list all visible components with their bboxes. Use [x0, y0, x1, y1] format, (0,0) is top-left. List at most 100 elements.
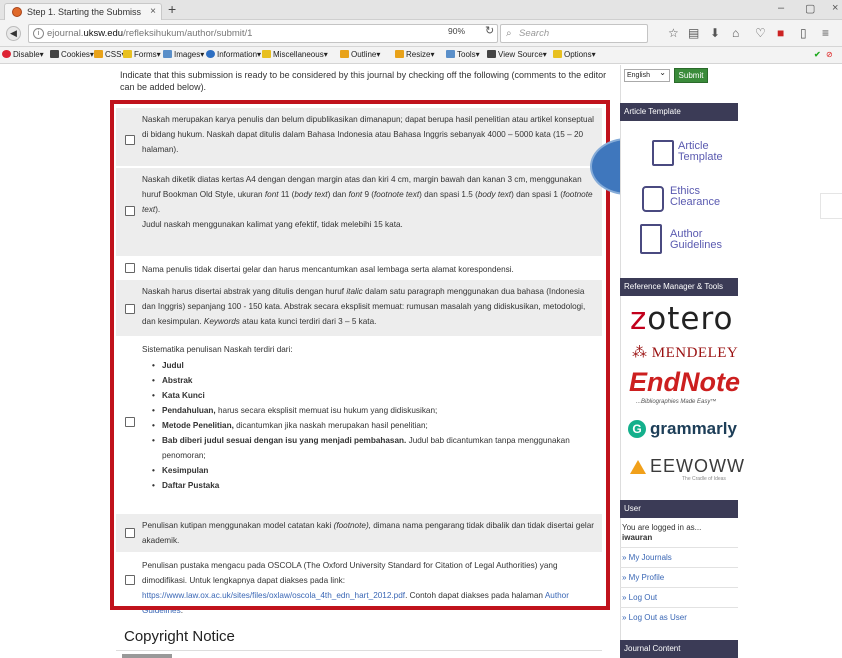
site-info-icon[interactable]: i [33, 28, 44, 39]
my-journals-link[interactable]: » My Journals [622, 553, 672, 562]
maximize-icon[interactable]: ▢ [805, 2, 815, 15]
list-item: Pendahuluan, harus secara eksplisit memu… [152, 403, 596, 418]
navigation-bar: ◀ i ejournal.uksw.edu/refleksihukum/auth… [0, 20, 842, 47]
zoom-level[interactable]: 90% [448, 26, 465, 36]
menu-icon[interactable]: ≡ [822, 26, 829, 40]
document-icon [652, 140, 674, 166]
validation-ok-icon[interactable]: ✔ [814, 50, 821, 59]
grammarly-icon: G [628, 420, 646, 438]
checklist-checkbox[interactable] [125, 304, 135, 314]
structure-list: Judul Abstrak Kata Kunci Pendahuluan, ha… [152, 358, 596, 493]
divider [620, 607, 738, 608]
new-tab-icon[interactable]: + [168, 1, 176, 17]
developer-toolbar: Disable▾ Cookies▾ CSS▾ Forms▾ Images▾ In… [0, 47, 842, 64]
checklist-checkbox[interactable] [125, 263, 135, 273]
checklist-intro: Indicate that this submission is ready t… [120, 70, 607, 92]
checklist-checkbox[interactable] [125, 417, 135, 427]
eewoww-icon [630, 460, 646, 474]
miscellaneous-menu[interactable]: Miscellaneous▾ [262, 50, 328, 59]
search-placeholder: Search [519, 28, 550, 39]
endnote-tagline: ...Bibliographies Made Easy™ [636, 399, 717, 405]
list-item: Judul [152, 358, 596, 373]
resize-menu[interactable]: Resize▾ [395, 50, 434, 59]
checklist-item-structure: Sistematika penulisan Naskah terdiri dar… [116, 338, 602, 512]
reading-list-icon[interactable]: ▤ [688, 26, 699, 40]
download-icon[interactable]: ⬇ [710, 26, 720, 40]
validation-error-icon[interactable]: ⊘ [826, 50, 833, 59]
checklist-checkbox[interactable] [125, 575, 135, 585]
list-item: Bab diberi judul sesuai dengan isu yang … [152, 433, 596, 463]
view-source-menu[interactable]: View Source▾ [487, 50, 547, 59]
tools-menu[interactable]: Tools▾ [446, 50, 480, 59]
back-icon[interactable]: ◀ [6, 26, 21, 41]
close-tab-icon[interactable]: × [150, 4, 156, 20]
information-menu[interactable]: Information▾ [206, 50, 261, 59]
list-item: Daftar Pustaka [152, 478, 596, 493]
pocket-icon[interactable]: ♡ [755, 26, 766, 40]
ethics-clearance-link[interactable]: Ethics Clearance [670, 186, 720, 208]
close-window-icon[interactable]: × [832, 2, 838, 14]
checklist-item-author-name: Nama penulis tidak disertai gelar dan ha… [116, 258, 602, 278]
checklist-item-oscola: Penulisan pustaka mengacu pada OSCOLA (T… [116, 554, 602, 615]
doc-icon [642, 186, 664, 212]
logged-in-label: You are logged in as... [622, 523, 702, 532]
browser-tab[interactable]: Step 1. Starting the Submiss × [4, 3, 162, 20]
checklist-item-format: Naskah diketik diatas kertas A4 dengan d… [116, 168, 602, 256]
reload-icon[interactable]: ↻ [485, 24, 494, 37]
copyright-box [122, 654, 172, 658]
side-panel-edge [820, 193, 842, 219]
list-item: Abstrak [152, 373, 596, 388]
article-template-heading: Article Template [620, 103, 738, 121]
grammarly-logo[interactable]: Ggrammarly [628, 419, 737, 439]
endnote-logo[interactable]: EndNote [629, 367, 740, 398]
user-heading: User [620, 500, 738, 518]
guidelines-document-icon [640, 224, 662, 254]
my-profile-link[interactable]: » My Profile [622, 573, 664, 582]
eewoww-logo[interactable]: EEWOWW [630, 456, 745, 477]
log-out-as-user-link[interactable]: » Log Out as User [622, 613, 687, 622]
tab-title: Step 1. Starting the Submiss [27, 7, 142, 17]
addon-icon[interactable]: ■ [777, 26, 784, 40]
options-menu[interactable]: Options▾ [553, 50, 596, 59]
bookmark-star-icon[interactable]: ☆ [668, 26, 679, 40]
divider [116, 650, 602, 651]
checklist-item-original-work: Naskah merupakan karya penulis dan belum… [116, 108, 602, 166]
journal-content-heading: Journal Content [620, 640, 738, 658]
oscola-link[interactable]: https://www.law.ox.ac.uk/sites/files/oxl… [142, 591, 405, 600]
language-submit-button[interactable]: Submit [674, 68, 708, 83]
search-input[interactable]: ⌕ Search [500, 24, 648, 43]
divider [620, 567, 738, 568]
mendeley-logo[interactable]: ⁂ MENDELEY [632, 343, 738, 362]
home-icon[interactable]: ⌂ [732, 26, 739, 40]
list-item: Kata Kunci [152, 388, 596, 403]
url-bar[interactable]: i ejournal.uksw.edu/refleksihukum/author… [28, 24, 498, 43]
sidebar-icon[interactable]: ▯ [800, 26, 807, 40]
checklist-item-abstract: Naskah harus disertai abstrak yang ditul… [116, 280, 602, 336]
checklist-checkbox[interactable] [125, 135, 135, 145]
search-icon: ⌕ [506, 28, 512, 39]
browser-tab-strip: Step 1. Starting the Submiss × + – ▢ × [0, 0, 842, 20]
url-host: uksw.edu [83, 28, 124, 39]
checklist-item-footnote: Penulisan kutipan menggunakan model cata… [116, 514, 602, 552]
cookies-menu[interactable]: Cookies▾ [50, 50, 94, 59]
language-select[interactable]: English [624, 67, 670, 82]
url-prefix: ejournal. [47, 28, 84, 39]
divider [620, 587, 738, 588]
article-template-link[interactable]: Article Template [678, 141, 723, 163]
log-out-link[interactable]: » Log Out [622, 593, 657, 602]
checklist-checkbox[interactable] [125, 206, 135, 216]
outline-menu[interactable]: Outline▾ [340, 50, 380, 59]
checklist-checkbox[interactable] [125, 528, 135, 538]
list-item: Metode Penelitian, dicantumkan jika nask… [152, 418, 596, 433]
zotero-logo[interactable]: zotero [630, 301, 734, 337]
disable-menu[interactable]: Disable▾ [2, 50, 44, 59]
url-path: /refleksihukum/author/submit/1 [123, 28, 253, 39]
images-menu[interactable]: Images▾ [163, 50, 204, 59]
divider [620, 547, 738, 548]
forms-menu[interactable]: Forms▾ [123, 50, 161, 59]
minimize-icon[interactable]: – [778, 2, 784, 14]
css-menu[interactable]: CSS▾ [94, 50, 125, 59]
eewoww-tagline: The Cradle of Ideas [682, 476, 726, 482]
site-favicon-icon [12, 7, 22, 17]
author-guidelines-sidebar-link[interactable]: Author Guidelines [670, 229, 722, 251]
